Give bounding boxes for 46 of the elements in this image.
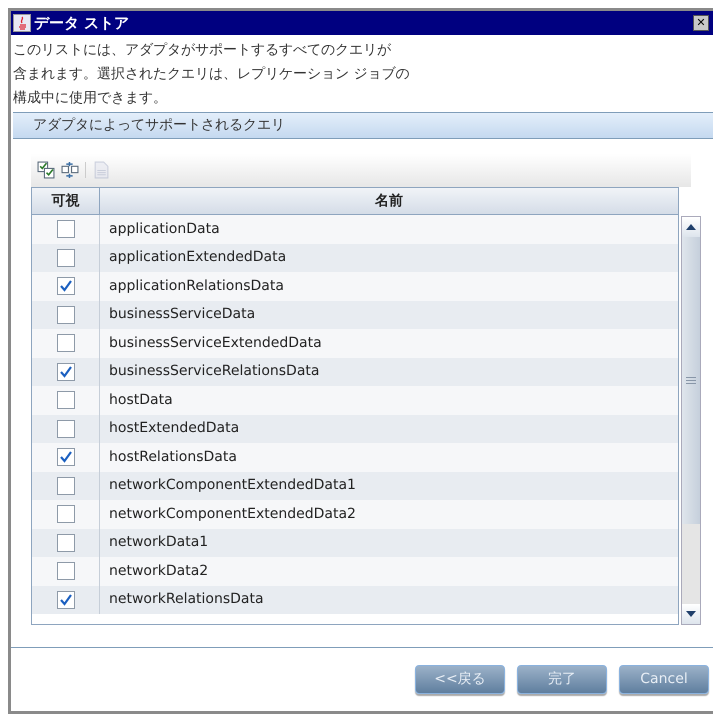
checkbox[interactable]: [56, 220, 74, 238]
checkbox[interactable]: [56, 391, 74, 410]
grip-icon: [686, 377, 696, 384]
checkbox[interactable]: [56, 277, 74, 296]
table-cell-text: applicationData: [108, 220, 220, 239]
table-cell-text: hostExtendedData: [108, 419, 240, 438]
description-text: 構成中に使用できます。: [13, 89, 167, 108]
checkbox[interactable]: [56, 448, 74, 466]
column-header[interactable]: 可視: [32, 188, 100, 214]
panel-title: アダプタによってサポートされるクエリ: [33, 117, 285, 133]
swap-icon[interactable]: [61, 161, 79, 179]
checkbox[interactable]: [56, 334, 74, 352]
checkbox[interactable]: [56, 562, 74, 580]
scrollbar[interactable]: [681, 216, 701, 625]
scroll-up-button[interactable]: [682, 217, 700, 237]
scroll-thumb[interactable]: [682, 237, 700, 524]
table-cell-text: networkComponentExtendedData1: [108, 476, 356, 496]
checkbox[interactable]: [56, 534, 74, 552]
description-text: 含まれます。選択されたクエリは、レプリケーション ジョブの: [13, 65, 410, 84]
down-arrow-icon: [686, 611, 696, 617]
check-all-icon[interactable]: [37, 161, 55, 179]
table-cell-text: networkData2: [108, 562, 208, 581]
table-cell-text: networkRelationsData: [108, 590, 264, 610]
table-cell-text: applicationExtendedData: [108, 248, 286, 268]
checkbox[interactable]: [56, 306, 74, 324]
checkbox[interactable]: [56, 362, 74, 381]
close-button[interactable]: ✕: [693, 15, 709, 31]
scroll-down-button[interactable]: [682, 604, 700, 624]
table-cell-text: businessServiceExtendedData: [108, 334, 322, 353]
up-arrow-icon: [686, 224, 696, 230]
table-cell-text: applicationRelationsData: [108, 276, 284, 296]
window-title: データ ストア: [34, 12, 130, 34]
table-cell-text: networkComponentExtendedData2: [108, 504, 356, 524]
table-cell-text: businessServiceRelationsData: [108, 362, 320, 382]
table-cell-text: hostData: [108, 390, 173, 410]
checkbox[interactable]: [56, 476, 74, 495]
description-text: このリストには、アダプタがサポートするすべてのクエリが: [13, 41, 391, 60]
checkbox[interactable]: [56, 248, 74, 267]
checkbox[interactable]: [56, 420, 74, 438]
app-icon: [13, 14, 31, 32]
column-header[interactable]: 名前: [100, 188, 678, 214]
checkbox[interactable]: [56, 505, 74, 524]
table-cell-text: networkData1: [108, 533, 208, 552]
table-cell-text: hostRelationsData: [108, 448, 237, 467]
checkbox[interactable]: [56, 590, 74, 609]
table-cell-text: businessServiceData: [108, 305, 256, 324]
